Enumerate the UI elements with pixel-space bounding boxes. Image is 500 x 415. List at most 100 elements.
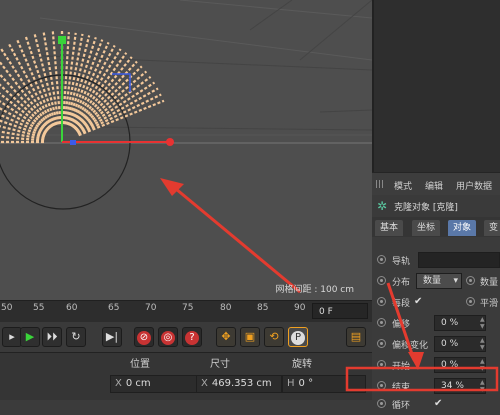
go-to-end-frame-button[interactable]: ▶| bbox=[102, 327, 122, 347]
tab-object[interactable]: 对象 bbox=[448, 220, 477, 236]
attr-row-per-segment: 每段 ✔ 平滑 bbox=[372, 293, 500, 313]
distribution-value: 数量 bbox=[423, 276, 442, 286]
offset-field[interactable]: 0 % ▲ ▼ bbox=[434, 315, 486, 331]
rotation-header: 旋转 bbox=[292, 359, 312, 370]
current-frame-field[interactable]: 0 F bbox=[312, 303, 368, 319]
keyframe-radio[interactable] bbox=[466, 276, 475, 285]
attr-label: 结束 bbox=[392, 383, 411, 393]
keyframe-radio[interactable] bbox=[377, 339, 386, 348]
position-x-field[interactable]: X0 cm bbox=[110, 375, 200, 393]
attr-label: 分布 bbox=[392, 278, 411, 288]
rotation-h-value: 0 ° bbox=[298, 378, 314, 389]
play-button[interactable]: ▶ bbox=[20, 327, 40, 347]
object-manager-area bbox=[372, 0, 500, 172]
cloner-icon: ✲ bbox=[377, 199, 388, 213]
coordinates-manager: 位置 尺寸 旋转 X0 cm X 469.353 cm H0 ° bbox=[0, 353, 372, 400]
rotate-icon: ⟲ bbox=[269, 330, 279, 343]
tick-label: 80 bbox=[220, 303, 232, 313]
tick-label: 75 bbox=[182, 303, 194, 313]
auto-key-icon: ◎ bbox=[161, 331, 175, 345]
play-icon: ▶ bbox=[25, 330, 35, 343]
tab-coord[interactable]: 坐标 bbox=[412, 220, 441, 236]
timeline-ruler[interactable]: 50 55 60 65 70 75 80 85 90 0 F bbox=[0, 300, 372, 323]
timeline-button[interactable]: ▤ bbox=[346, 327, 366, 347]
go-to-end-button[interactable]: ▸ bbox=[2, 327, 22, 347]
position-header: 位置 bbox=[130, 359, 150, 370]
move-icon: ✥ bbox=[221, 330, 231, 343]
spinner-icon[interactable]: ▲ ▼ bbox=[480, 316, 486, 330]
viewport-scene bbox=[0, 0, 372, 294]
attr-label: 数量 bbox=[480, 278, 499, 288]
tick-label: 50 bbox=[1, 303, 13, 313]
axis-label: X bbox=[115, 378, 122, 389]
keyframe-radio[interactable] bbox=[377, 381, 386, 390]
playback-controls: ▸ ▶ ⏵⏵ ↻ ▶| ⊘ ◎ ? ✥ ▣ ⟲ P ▤ bbox=[0, 322, 372, 353]
attr-label: 导轨 bbox=[392, 257, 411, 267]
tab-basic[interactable]: 基本 bbox=[375, 220, 404, 236]
scale-tool-button[interactable]: ▣ bbox=[240, 327, 260, 347]
next-frame-button[interactable]: ⏵⏵ bbox=[42, 327, 62, 347]
tab-transform[interactable]: 变 bbox=[484, 220, 500, 236]
loop-button[interactable]: ↻ bbox=[66, 327, 86, 347]
keyframe-radio[interactable] bbox=[377, 297, 386, 306]
p-icon: P bbox=[291, 331, 305, 345]
scale-icon: ▣ bbox=[244, 330, 256, 343]
start-field[interactable]: 0 % ▲ ▼ bbox=[434, 357, 486, 373]
spinner-icon[interactable]: ▲ ▼ bbox=[480, 358, 486, 372]
offset-variation-value: 0 % bbox=[441, 339, 459, 349]
clone-bar bbox=[75, 75, 152, 133]
end-frame-icon: ▶| bbox=[105, 330, 119, 343]
size-header: 尺寸 bbox=[210, 359, 230, 370]
rotate-tool-button[interactable]: ⟲ bbox=[264, 327, 284, 347]
move-tool-button[interactable]: ✥ bbox=[216, 327, 236, 347]
attribute-tabs: 基本 坐标 对象 变 bbox=[372, 217, 500, 237]
next-frame-icon: ⏵⏵ bbox=[46, 330, 58, 343]
keyframe-radio[interactable] bbox=[377, 276, 386, 285]
skip-end-icon: ▸ bbox=[9, 330, 15, 343]
rail-link-field[interactable] bbox=[418, 252, 500, 268]
help-key-button[interactable]: ? bbox=[182, 327, 202, 347]
axis-label: H bbox=[287, 378, 295, 389]
attr-row-offset-variation: 偏移变化 0 % ▲ ▼ bbox=[372, 335, 500, 355]
rotation-h-field[interactable]: H0 ° bbox=[282, 375, 366, 393]
start-value: 0 % bbox=[441, 360, 459, 370]
attribute-rows: 导轨 分布 数量 ▾ 数量 每段 ✔ 平滑 偏移 0 % ▲ ▼ 偏移变化 0 % ▲ ▼… bbox=[372, 237, 500, 411]
keyframe-radio[interactable] bbox=[377, 399, 386, 408]
offset-value: 0 % bbox=[441, 318, 459, 328]
distribution-select[interactable]: 数量 ▾ bbox=[416, 273, 462, 289]
offset-variation-field[interactable]: 0 % ▲ ▼ bbox=[434, 336, 486, 352]
record-keys-button[interactable]: ⊘ bbox=[134, 327, 154, 347]
menu-mode[interactable]: 模式 bbox=[394, 179, 412, 192]
attr-label: 每段 bbox=[392, 299, 411, 309]
end-field[interactable]: 34 % ▲ ▼ bbox=[434, 378, 486, 394]
keyframe-radio[interactable] bbox=[377, 318, 386, 327]
loop-icon: ↻ bbox=[71, 330, 81, 343]
per-segment-checkbox[interactable]: ✔ bbox=[414, 296, 422, 307]
tick-label: 85 bbox=[257, 303, 269, 313]
menu-user-data[interactable]: 用户数据 bbox=[456, 179, 492, 192]
attr-row-end: 结束 34 % ▲ ▼ bbox=[372, 377, 500, 397]
tick-label: 65 bbox=[108, 303, 120, 313]
attr-row-loop: 循环 ✔ bbox=[372, 395, 500, 415]
clone-bar bbox=[51, 30, 62, 125]
size-x-field[interactable]: X 469.353 cm bbox=[196, 375, 282, 393]
object-title-bar: ✲ 克隆对象 [克隆] bbox=[372, 195, 500, 217]
spinner-icon[interactable]: ▲ ▼ bbox=[480, 337, 486, 351]
red-arrow-annotation bbox=[160, 178, 301, 294]
keyframe-radio[interactable] bbox=[377, 255, 386, 264]
tick-label: 55 bbox=[33, 303, 45, 313]
auto-key-button[interactable]: ◎ bbox=[158, 327, 178, 347]
attr-row-offset: 偏移 0 % ▲ ▼ bbox=[372, 314, 500, 334]
3d-viewport[interactable]: 网格间距 : 100 cm bbox=[0, 0, 372, 300]
attr-row-rail: 导轨 bbox=[372, 251, 500, 271]
clone-bar bbox=[71, 52, 128, 129]
keyframe-radio[interactable] bbox=[466, 297, 475, 306]
menu-edit[interactable]: 编辑 bbox=[425, 179, 443, 192]
attr-label: 偏移变化 bbox=[392, 341, 429, 351]
parameter-button[interactable]: P bbox=[288, 327, 308, 347]
tick-label: 60 bbox=[66, 303, 78, 313]
attr-label: 平滑 bbox=[480, 299, 499, 309]
object-title: 克隆对象 [克隆] bbox=[394, 203, 458, 213]
spinner-icon[interactable]: ▲ ▼ bbox=[480, 379, 486, 393]
keyframe-radio[interactable] bbox=[377, 360, 386, 369]
